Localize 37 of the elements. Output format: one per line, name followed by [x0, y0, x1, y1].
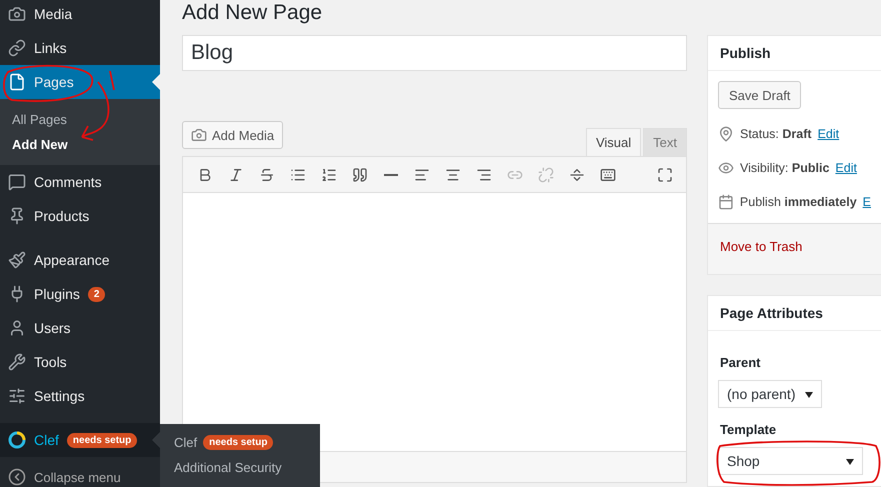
submenu-item[interactable]: Add New	[0, 132, 160, 157]
field-label: Parent	[720, 355, 762, 370]
sidebar-item[interactable]: Users	[0, 311, 160, 345]
edit-link[interactable]: Edit	[818, 127, 840, 141]
submenu-item[interactable]: All Pages	[0, 107, 160, 132]
sidebar-item[interactable]: Appearance	[0, 243, 160, 277]
collapse-menu-button[interactable]: Collapse menu	[0, 467, 160, 487]
move-to-trash-link[interactable]: Move to Trash	[720, 239, 802, 254]
notification-badge: needs setup	[66, 432, 138, 448]
template-select[interactable]: Shop	[718, 447, 863, 475]
edit-link[interactable]: E	[862, 195, 871, 209]
edit-link[interactable]: Edit	[835, 161, 857, 175]
save-draft-button[interactable]: Save Draft	[718, 81, 802, 109]
sidebar-item[interactable]: Settings	[0, 379, 160, 413]
panel-title: Publish	[708, 36, 881, 71]
sidebar-item[interactable]: Pages	[0, 65, 160, 99]
publish-setting: Visibility: Public	[740, 161, 830, 175]
flyout-item[interactable]: Clef needs setup	[160, 430, 320, 455]
sidebar-item[interactable]: Comments	[0, 165, 160, 199]
title-field[interactable]: Blog	[182, 35, 687, 71]
sidebar-item[interactable]: Links	[0, 31, 160, 65]
publish-setting: Status: Draft	[740, 127, 812, 141]
sidebar-item[interactable]: Products	[0, 199, 160, 233]
flyout-item[interactable]: Additional Security	[160, 455, 320, 480]
field-label: Template	[720, 422, 778, 437]
notification-badge: 2	[88, 286, 106, 302]
publish-setting: Publish immediately	[740, 195, 857, 209]
sidebar-item[interactable]: Plugins 2	[0, 277, 160, 311]
page-title: Add New Page	[182, 0, 324, 25]
notification-badge: needs setup	[203, 435, 274, 450]
add-media-button[interactable]: Add Media	[182, 121, 284, 149]
editor-tab[interactable]: Visual	[586, 128, 642, 157]
parent-select[interactable]: (no parent)	[718, 380, 822, 408]
sidebar-item[interactable]: Tools	[0, 345, 160, 379]
sidebar-item[interactable]: Clef needs setup	[0, 423, 160, 457]
panel-title: Page Attributes	[708, 296, 881, 331]
sidebar-item[interactable]: Media	[0, 0, 160, 31]
